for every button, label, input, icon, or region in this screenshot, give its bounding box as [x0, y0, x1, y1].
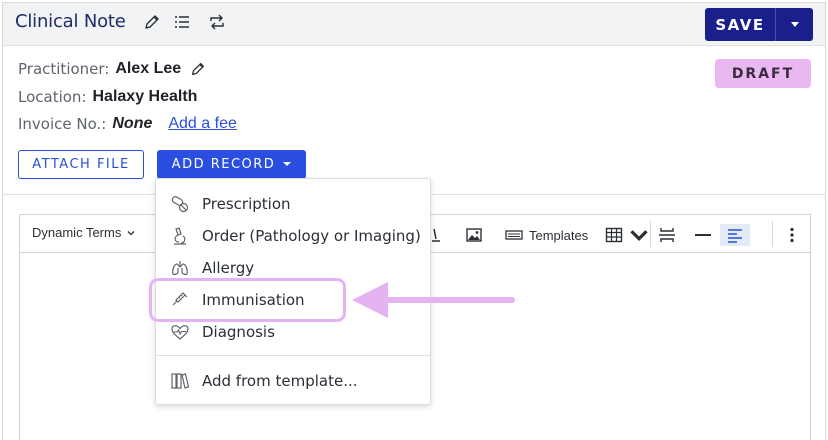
insert-image-button[interactable] — [464, 224, 484, 246]
edit-pencil-icon[interactable] — [142, 12, 162, 32]
annotation-arrow-icon — [352, 282, 515, 318]
more-options-button[interactable] — [782, 224, 802, 246]
practitioner-label: Practitioner: — [18, 60, 110, 78]
lungs-icon — [172, 261, 188, 275]
page-break-icon — [659, 228, 675, 242]
menu-item-order[interactable]: Order (Pathology or Imaging) — [156, 220, 430, 252]
repeat-icon[interactable] — [207, 12, 227, 32]
page-break-button[interactable] — [657, 224, 677, 246]
save-button-group: SAVE — [705, 8, 813, 41]
chevron-down-icon — [630, 230, 648, 242]
add-fee-link[interactable]: Add a fee — [168, 115, 237, 133]
books-icon — [171, 373, 190, 389]
templates-label: Templates — [529, 227, 589, 243]
menu-item-label: Order (Pathology or Imaging) — [202, 227, 421, 245]
page-title: Clinical Note — [15, 11, 126, 32]
align-left-button[interactable] — [720, 224, 750, 246]
horizontal-rule-button[interactable] — [688, 224, 718, 246]
image-icon — [466, 228, 482, 242]
align-left-icon — [728, 229, 742, 243]
status-badge: DRAFT — [715, 59, 811, 88]
menu-divider — [156, 355, 430, 356]
toolbar-separator — [650, 221, 651, 247]
pill-icon — [171, 196, 189, 213]
dynamic-terms-dropdown[interactable]: Dynamic Terms — [32, 225, 135, 240]
practitioner-row: Practitioner: Alex Lee — [18, 60, 207, 78]
menu-item-label: Allergy — [202, 259, 255, 277]
menu-item-label: Add from template... — [202, 372, 358, 390]
microscope-icon — [174, 227, 186, 245]
menu-item-prescription[interactable]: Prescription — [156, 188, 430, 220]
chevron-down-icon — [127, 230, 135, 235]
templates-icon — [505, 230, 523, 240]
toolbar-separator — [772, 221, 773, 247]
table-dropdown[interactable] — [604, 224, 649, 246]
caret-down-icon — [283, 161, 292, 166]
dynamic-terms-label: Dynamic Terms — [32, 225, 122, 240]
save-options-button[interactable] — [775, 8, 813, 41]
invoice-value: None — [112, 115, 153, 132]
table-icon — [605, 227, 623, 243]
menu-item-add-from-template[interactable]: Add from template... — [156, 365, 430, 397]
caret-down-icon — [790, 22, 799, 27]
annotation-highlight-box — [149, 278, 346, 322]
menu-item-label: Prescription — [202, 195, 291, 213]
save-button[interactable]: SAVE — [705, 8, 775, 41]
add-record-button[interactable]: ADD RECORD — [157, 150, 306, 179]
add-record-label: ADD RECORD — [171, 157, 276, 172]
heart-pulse-icon — [171, 325, 189, 340]
more-vertical-icon — [790, 227, 794, 243]
location-label: Location: — [18, 88, 87, 106]
attach-file-button[interactable]: ATTACH FILE — [18, 150, 144, 179]
horizontal-rule-icon — [695, 234, 711, 236]
edit-practitioner-icon[interactable] — [189, 60, 207, 78]
templates-button[interactable]: Templates — [504, 224, 588, 246]
practitioner-value: Alex Lee — [115, 60, 182, 77]
location-row: Location: Halaxy Health — [18, 88, 197, 106]
invoice-row: Invoice No.: None Add a fee — [18, 115, 237, 133]
list-icon[interactable] — [172, 12, 192, 32]
invoice-label: Invoice No.: — [18, 115, 107, 133]
menu-item-label: Diagnosis — [202, 323, 275, 341]
location-value: Halaxy Health — [92, 88, 198, 105]
note-header: Clinical Note SAVE — [3, 3, 825, 46]
